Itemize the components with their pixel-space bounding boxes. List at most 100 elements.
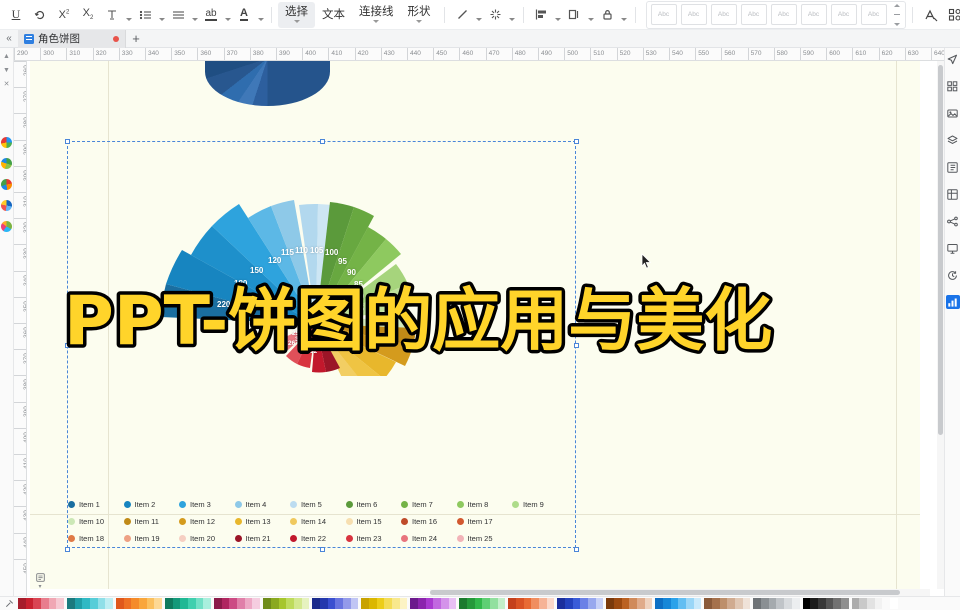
color-swatch-strip[interactable] xyxy=(18,598,900,609)
resize-handle-e[interactable] xyxy=(574,343,579,348)
color-swatch[interactable] xyxy=(33,598,41,609)
superscript-icon[interactable]: X2 xyxy=(53,4,75,26)
color-swatch[interactable] xyxy=(147,598,155,609)
history-icon[interactable] xyxy=(946,268,960,282)
color-swatch[interactable] xyxy=(663,598,671,609)
legend-item-item-8[interactable]: Item 8 xyxy=(457,500,513,509)
color-swatch[interactable] xyxy=(671,598,679,609)
underline-icon[interactable]: U xyxy=(5,4,27,26)
color-swatch[interactable] xyxy=(271,598,279,609)
legend-item-item-11[interactable]: Item 11 xyxy=(124,517,180,526)
partial-pie-above[interactable] xyxy=(205,61,330,106)
legend-item-item-25[interactable]: Item 25 xyxy=(457,534,513,543)
arrange-dropdown[interactable] xyxy=(587,4,596,26)
resize-handle-nw[interactable] xyxy=(65,139,70,144)
color-swatch[interactable] xyxy=(26,598,34,609)
color-swatch[interactable] xyxy=(792,598,800,609)
layers-icon[interactable] xyxy=(946,133,960,147)
color-swatch[interactable] xyxy=(539,598,547,609)
legend-item-item-9[interactable]: Item 9 xyxy=(512,500,568,509)
color-swatch[interactable] xyxy=(516,598,524,609)
rose-chart[interactable]: 220 180 150 120 115 110 105 100 95 90 85… xyxy=(140,176,430,366)
color-swatch[interactable] xyxy=(588,598,596,609)
pie-thumbnail-2[interactable] xyxy=(1,158,12,169)
resize-handle-s[interactable] xyxy=(320,547,325,552)
color-swatch[interactable] xyxy=(655,598,663,609)
color-swatch[interactable] xyxy=(214,598,222,609)
zoom-presets-button[interactable]: ▾ xyxy=(27,570,53,592)
color-swatch[interactable] xyxy=(776,598,784,609)
bullet-list-dropdown[interactable] xyxy=(157,4,166,26)
effects-icon[interactable] xyxy=(485,4,507,26)
group-objects-icon[interactable] xyxy=(944,4,960,26)
color-swatch[interactable] xyxy=(449,598,457,609)
chevron-down-icon[interactable]: ▼ xyxy=(1,64,13,76)
color-swatch[interactable] xyxy=(361,598,369,609)
color-swatch[interactable] xyxy=(629,598,637,609)
table-icon[interactable] xyxy=(946,187,960,201)
color-swatch[interactable] xyxy=(727,598,735,609)
color-swatch[interactable] xyxy=(294,598,302,609)
legend-item-item-10[interactable]: Item 10 xyxy=(68,517,124,526)
color-swatch[interactable] xyxy=(302,598,310,609)
legend-item-item-15[interactable]: Item 15 xyxy=(346,517,402,526)
style-chip[interactable]: Abc xyxy=(651,4,677,25)
color-swatch[interactable] xyxy=(328,598,336,609)
pie-thumbnail-3[interactable] xyxy=(1,179,12,190)
color-swatch[interactable] xyxy=(467,598,475,609)
color-swatch[interactable] xyxy=(116,598,124,609)
color-swatch[interactable] xyxy=(890,598,898,609)
pie-thumbnail-1[interactable] xyxy=(1,137,12,148)
color-swatch[interactable] xyxy=(312,598,320,609)
color-swatch[interactable] xyxy=(867,598,875,609)
color-swatch[interactable] xyxy=(720,598,728,609)
line-style-icon[interactable] xyxy=(452,4,474,26)
color-swatch[interactable] xyxy=(712,598,720,609)
legend-item-item-6[interactable]: Item 6 xyxy=(346,500,402,509)
legend-item-item-1[interactable]: Item 1 xyxy=(68,500,124,509)
color-swatch[interactable] xyxy=(678,598,686,609)
vertical-scrollbar-thumb[interactable] xyxy=(938,65,943,435)
color-swatch[interactable] xyxy=(875,598,883,609)
style-chip[interactable]: Abc xyxy=(681,4,707,25)
color-swatch[interactable] xyxy=(180,598,188,609)
chart-legend[interactable]: Item 1Item 2Item 3Item 4Item 5Item 6Item… xyxy=(68,496,568,547)
eyedropper-icon[interactable] xyxy=(0,599,18,608)
color-swatch[interactable] xyxy=(475,598,483,609)
color-swatch[interactable] xyxy=(859,598,867,609)
grid-layout-icon[interactable] xyxy=(946,79,960,93)
style-chip[interactable]: Abc xyxy=(801,4,827,25)
style-chip[interactable]: Abc xyxy=(741,4,767,25)
color-swatch[interactable] xyxy=(565,598,573,609)
color-swatch[interactable] xyxy=(173,598,181,609)
text-highlight-icon[interactable]: ab xyxy=(200,4,222,26)
color-swatch[interactable] xyxy=(131,598,139,609)
color-swatch[interactable] xyxy=(531,598,539,609)
format-painter-icon[interactable] xyxy=(920,4,942,26)
resize-handle-se[interactable] xyxy=(574,547,579,552)
color-swatch[interactable] xyxy=(154,598,162,609)
color-swatch[interactable] xyxy=(596,598,604,609)
color-swatch[interactable] xyxy=(482,598,490,609)
color-swatch[interactable] xyxy=(547,598,555,609)
style-gallery-scroll[interactable] xyxy=(891,3,903,27)
color-swatch[interactable] xyxy=(384,598,392,609)
arrange-icon[interactable] xyxy=(564,4,586,26)
numbered-list-dropdown[interactable] xyxy=(190,4,199,26)
style-gallery[interactable]: Abc Abc Abc Abc Abc Abc Abc Abc xyxy=(646,1,906,29)
color-swatch[interactable] xyxy=(810,598,818,609)
color-swatch[interactable] xyxy=(841,598,849,609)
color-swatch[interactable] xyxy=(580,598,588,609)
color-swatch[interactable] xyxy=(433,598,441,609)
color-swatch[interactable] xyxy=(735,598,743,609)
style-chip[interactable]: Abc xyxy=(771,4,797,25)
color-swatch[interactable] xyxy=(286,598,294,609)
color-swatch[interactable] xyxy=(524,598,532,609)
color-swatch[interactable] xyxy=(573,598,581,609)
add-tab-button[interactable]: + xyxy=(126,30,146,48)
resize-handle-sw[interactable] xyxy=(65,547,70,552)
chevron-up-icon[interactable]: ▲ xyxy=(1,50,13,62)
color-swatch[interactable] xyxy=(56,598,64,609)
font-color-dropdown[interactable] xyxy=(256,4,265,26)
color-swatch[interactable] xyxy=(686,598,694,609)
